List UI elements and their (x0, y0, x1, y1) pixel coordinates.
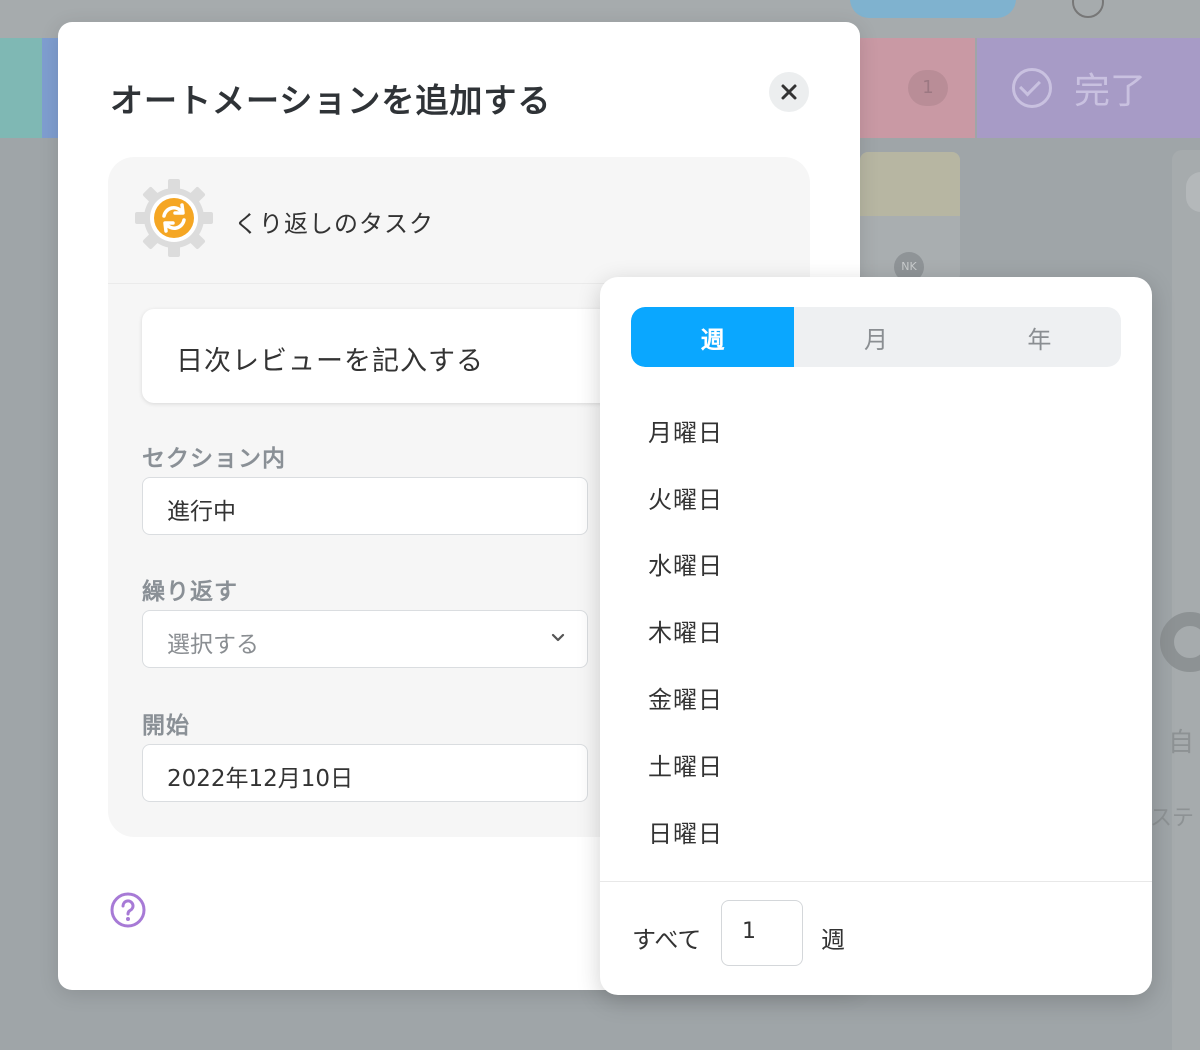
side-panel-handle (1186, 172, 1200, 212)
automation-type-label: くり返しのタスク (234, 210, 434, 238)
section-select[interactable]: 進行中 (142, 477, 588, 535)
weekday-option-thursday[interactable]: 木曜日 (600, 597, 1152, 664)
repeat-dropdown: 週 月 年 月曜日 火曜日 水曜日 木曜日 金曜日 土曜日 日曜日 すべて 1 … (600, 277, 1152, 995)
recurring-gear-icon (135, 179, 213, 257)
period-segmented-control: 週 月 年 (631, 307, 1121, 367)
close-icon (781, 84, 797, 100)
repeat-placeholder: 選択する (167, 632, 259, 658)
interval-prefix: すべて (632, 926, 702, 954)
done-column-title: 完了 (1012, 62, 1146, 114)
interval-value: 1 (742, 919, 756, 944)
start-label: 開始 (142, 713, 190, 739)
weekday-option-monday[interactable]: 月曜日 (600, 397, 1152, 464)
done-column-label: 完了 (1074, 71, 1147, 112)
interval-unit: 週 (821, 926, 845, 954)
side-panel-background (1172, 150, 1200, 1050)
interval-footer: すべて 1 週 (600, 881, 1152, 996)
automation-type-header: くり返しのタスク (108, 157, 810, 284)
weekday-list: 月曜日 火曜日 水曜日 木曜日 金曜日 土曜日 日曜日 (600, 397, 1152, 865)
weekday-option-saturday[interactable]: 土曜日 (600, 731, 1152, 798)
tab-week[interactable]: 週 (631, 307, 795, 367)
weekday-option-friday[interactable]: 金曜日 (600, 664, 1152, 731)
weekday-option-wednesday[interactable]: 水曜日 (600, 531, 1152, 598)
gear-icon (1160, 612, 1200, 672)
repeat-select[interactable]: 選択する (142, 610, 588, 668)
help-icon[interactable] (110, 892, 146, 928)
tab-year[interactable]: 年 (958, 307, 1121, 367)
close-button[interactable] (769, 72, 809, 112)
chevron-down-icon (551, 633, 565, 642)
section-label: セクション内 (142, 446, 286, 472)
check-circle-icon (1012, 68, 1052, 108)
column-header (0, 38, 42, 138)
side-panel-text: ステ (1150, 806, 1195, 831)
section-value: 進行中 (167, 499, 236, 525)
weekday-option-tuesday[interactable]: 火曜日 (600, 464, 1152, 531)
modal-title: オートメーションを追加する (110, 81, 552, 120)
side-panel-title: 自 (1168, 728, 1195, 758)
column-count-badge: 1 (908, 70, 948, 106)
repeat-label: 繰り返す (142, 579, 238, 605)
weekday-option-sunday[interactable]: 日曜日 (600, 798, 1152, 865)
start-date-value: 2022年12月10日 (167, 766, 354, 792)
task-name-text: 日次レビューを記入する (176, 346, 484, 377)
start-date-field[interactable]: 2022年12月10日 (142, 744, 588, 802)
interval-input[interactable]: 1 (721, 900, 803, 966)
tab-month[interactable]: 月 (794, 307, 957, 367)
top-action-button (850, 0, 1016, 18)
